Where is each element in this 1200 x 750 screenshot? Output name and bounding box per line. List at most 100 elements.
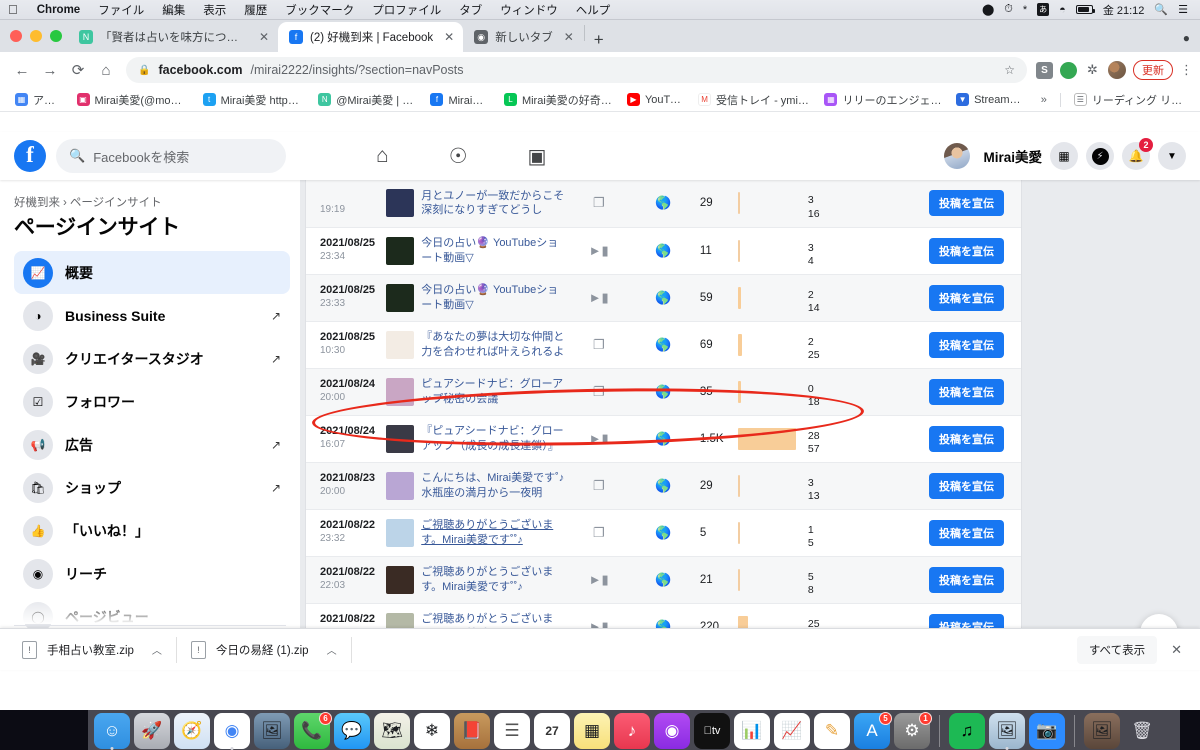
chrome-icon[interactable]: ◉ (214, 713, 250, 750)
photos-icon[interactable]: ❄ (414, 713, 450, 749)
menu-item-profiles[interactable]: プロファイル (363, 2, 450, 18)
photo-file-icon[interactable]: 🖼 (1084, 713, 1120, 749)
pages-nav-icon[interactable]: ▣ (528, 144, 547, 169)
facebook-logo-icon[interactable]: f (14, 140, 46, 172)
keynote-icon[interactable]: 📈 (774, 713, 810, 749)
table-row[interactable]: 2021/08/25 10:30 『あなたの夢は大切な仲間と力を合わせれば叶えられ… (306, 321, 1021, 369)
close-tab-button[interactable]: ✕ (564, 30, 574, 44)
menu-item-edit[interactable]: 編集 (153, 2, 194, 18)
maps-icon[interactable]: 🗺 (374, 713, 410, 749)
calendar-icon[interactable]: 27 (534, 713, 570, 749)
back-arrow-icon[interactable]: ← (8, 56, 36, 84)
bookmark-streamyard[interactable]: ▼ StreamYard (949, 93, 1034, 106)
menu-item-window[interactable]: ウィンドウ (491, 2, 567, 18)
post-title[interactable]: 今日の占い🔮 YouTubeショート動画▽ (421, 236, 566, 265)
promote-post-button[interactable]: 投稿を宣伝 (928, 519, 1004, 546)
scrollbar[interactable] (1194, 180, 1200, 670)
finder-icon[interactable]: ☺ (94, 713, 130, 750)
post-title[interactable]: ご視聴ありがとうございます。Mirai美愛です˚˚♪ (421, 518, 566, 547)
bookmark-lily[interactable]: ▦ リリーのエンジェル... (817, 92, 949, 108)
post-title[interactable]: こんにちは、Mirai美愛です˚♪水瓶座の満月から一夜明 (421, 471, 566, 500)
trash-icon[interactable]: 🗑 (1124, 713, 1160, 749)
menu-bar-clock[interactable]: 金 21:12 (1103, 2, 1145, 18)
home-nav-icon[interactable]: ⌂ (376, 144, 389, 168)
close-window-button[interactable] (10, 30, 22, 42)
bookmark-line[interactable]: L Mirai美愛の好奇心... (497, 92, 620, 108)
reminders-icon[interactable]: ☰ (494, 713, 530, 749)
table-row[interactable]: 2021/08/25 19:19 月とユノーが一致だからこそ深刻になりすぎてどう… (306, 180, 1021, 228)
table-row[interactable]: 2021/08/22 22:03 ご視聴ありがとうございます。Mirai美愛です˚… (306, 556, 1021, 604)
bookmark-youtube[interactable]: ▶ YouTube (620, 93, 691, 106)
messenger-icon[interactable]: ⚡ (1086, 142, 1114, 170)
contacts-icon[interactable]: 📕 (454, 713, 490, 749)
spotlight-search-icon[interactable]: 🔍 (1154, 3, 1168, 16)
minimize-window-button[interactable] (30, 30, 42, 42)
address-bar[interactable]: 🔒 facebook.com/mirai2222/insights/?secti… (126, 57, 1027, 83)
chevron-down-icon[interactable]: ▼ (1158, 142, 1186, 170)
input-source-icon[interactable]: あ (1037, 3, 1050, 16)
sidebar-item-shop[interactable]: 🛍 ショップ ↗ (14, 466, 290, 509)
promote-post-button[interactable]: 投稿を宣伝 (928, 472, 1004, 499)
bookmark-note[interactable]: N @Mirai美愛 | note (311, 92, 423, 108)
appletv-icon[interactable]: tv (694, 713, 730, 749)
maximize-window-button[interactable] (50, 30, 62, 42)
post-title[interactable]: ご視聴ありがとうございます。Mirai美愛です˚˚♪ (421, 565, 566, 594)
sidebar-item-reach[interactable]: ◉ リーチ (14, 552, 290, 595)
window-controls[interactable] (10, 30, 62, 42)
tab-note[interactable]: N 「賢者は占いを味方につけて運命を ✕ (68, 22, 278, 52)
photos-preview-icon[interactable]: 🖼 (254, 713, 290, 749)
green-dot-extension-icon[interactable] (1060, 61, 1077, 79)
podcasts-icon[interactable]: ◉ (654, 713, 690, 749)
dropbox-icon[interactable]: ⬤ (982, 3, 994, 16)
post-title[interactable]: 『あなたの夢は大切な仲間と力を合わせれば叶えられるよ (421, 330, 566, 359)
forward-arrow-icon[interactable]: → (36, 56, 64, 84)
pages-icon[interactable]: ✎ (814, 713, 850, 749)
chevron-up-icon[interactable]: ︿ (327, 642, 337, 657)
menu-item-history[interactable]: 履歴 (235, 2, 276, 18)
cell-title[interactable]: ご視聴ありがとうございます。Mirai美愛です˚˚♪ (386, 556, 567, 604)
show-all-downloads-button[interactable]: すべて表示 (1076, 635, 1158, 664)
zoom-icon[interactable]: 📷 (1029, 713, 1065, 749)
system-preferences-icon[interactable]: ⚙ 1 (894, 712, 932, 749)
download-item[interactable]: ! 手相占い教室.zip ︿ (8, 629, 176, 671)
reload-icon[interactable]: ⟳ (64, 56, 92, 84)
groups-nav-icon[interactable]: ☉ (449, 144, 468, 169)
facetime-icon[interactable]: 📞 6 (294, 712, 332, 749)
puzzle-extension-icon[interactable]: ✲ (1084, 62, 1101, 79)
post-title[interactable]: 『ピュアシードナビ：グローアップ（成長の成長連鎖）』 (421, 424, 566, 453)
cell-title[interactable]: ピュアシードナビ：グローアップ秘密の会議 (386, 368, 567, 416)
numbers-icon[interactable]: 📊 (734, 713, 770, 749)
s-extension-icon[interactable]: S (1036, 61, 1053, 79)
apple-icon[interactable]:  (8, 3, 18, 16)
download-item[interactable]: ! 今日の易経 (1).zip ︿ (177, 629, 351, 671)
sidebar-item-business-suite[interactable]: ◑ Business Suite ↗ (14, 294, 290, 337)
menu-item-view[interactable]: 表示 (194, 2, 235, 18)
apps-grid-icon[interactable]: ▦ (1050, 142, 1078, 170)
appstore-icon[interactable]: A5 (854, 712, 892, 749)
table-row-highlighted[interactable]: 2021/08/24 16:07 『ピュアシードナビ：グローアップ（成長の成長連鎖… (306, 415, 1021, 463)
wifi-icon[interactable]: ◓ (1059, 4, 1066, 16)
close-downloads-bar-button[interactable]: ✕ (1167, 642, 1186, 658)
battery-icon[interactable] (1075, 5, 1095, 14)
breadcrumb-parent[interactable]: 好機到来 (14, 197, 60, 209)
close-tab-button[interactable]: ✕ (259, 30, 269, 44)
menu-item-bookmarks[interactable]: ブックマーク (276, 2, 363, 18)
tab-new[interactable]: ◉ 新しいタブ ✕ (463, 22, 583, 52)
cell-title[interactable]: 『ピュアシードナビ：グローアップ（成長の成長連鎖）』 (386, 415, 567, 463)
safari-icon[interactable]: 🧭 (174, 713, 210, 749)
table-row[interactable]: 2021/08/23 20:00 こんにちは、Mirai美愛です˚♪水瓶座の満月か… (306, 462, 1021, 510)
kebab-menu-icon[interactable]: ⋮ (1180, 62, 1193, 78)
avatar[interactable] (944, 143, 971, 169)
table-row[interactable]: 2021/08/24 20:00 ピュアシードナビ：グローアップ秘密の会議 ❐ 🌎… (306, 368, 1021, 416)
profile-avatar[interactable] (1108, 61, 1126, 79)
time-machine-icon[interactable]: ⏱ (1004, 3, 1013, 16)
promote-post-button[interactable]: 投稿を宣伝 (928, 425, 1004, 452)
home-icon[interactable]: ⌂ (92, 56, 120, 84)
launchpad-icon[interactable]: 🚀 (134, 713, 170, 749)
cell-title[interactable]: 今日の占い🔮 YouTubeショート動画▽ (386, 274, 567, 322)
update-button[interactable]: 更新 (1133, 60, 1173, 80)
sidebar-item-creator-studio[interactable]: 🎥 クリエイタースタジオ ↗ (14, 337, 290, 380)
menu-item-file[interactable]: ファイル (89, 2, 153, 18)
table-row[interactable]: 2021/08/22 23:32 ご視聴ありがとうございます。Mirai美愛です˚… (306, 509, 1021, 557)
new-tab-button[interactable]: + (594, 31, 604, 48)
